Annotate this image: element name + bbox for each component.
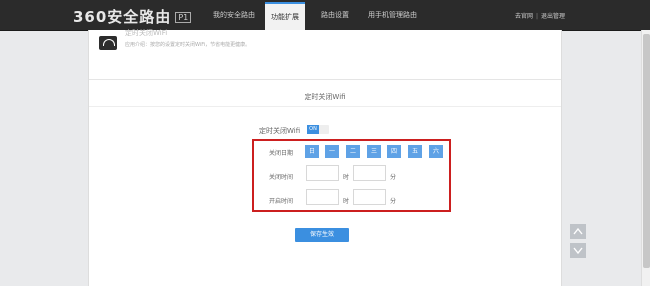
chevron-up-icon [573, 227, 583, 235]
nav-router-settings[interactable]: 路由设置 [321, 10, 349, 20]
close-minute-unit: 分 [390, 174, 397, 181]
nav-mobile-manage[interactable]: 用手机管理路由 [368, 10, 417, 20]
top-links: 去官网 | 退出管理 [515, 11, 565, 20]
nav-extensions[interactable]: 功能扩展 [265, 2, 305, 32]
app-title: 定时关闭WiFi [125, 29, 168, 37]
version-badge: P1 [175, 12, 192, 23]
open-hour-input[interactable] [306, 189, 339, 205]
scrollbar-thumb[interactable] [643, 34, 650, 268]
link-separator: | [535, 13, 538, 20]
section-divider [89, 106, 561, 107]
scroll-up-button[interactable] [570, 224, 586, 239]
day-thu[interactable]: 四 [387, 145, 401, 158]
official-site-link[interactable]: 去官网 [515, 13, 533, 20]
main-panel: 定时关闭WiFi 应用介绍：按您的设置定时关闭WiFi，节省电能更健康。 定时关… [88, 29, 562, 286]
top-bar: 360安全路由 P1 我的安全路由 功能扩展 路由设置 用手机管理路由 去官网 | 退… [0, 0, 650, 32]
logo[interactable]: 360安全路由 P1 [73, 6, 192, 27]
open-minute-unit: 分 [390, 198, 397, 205]
day-tue[interactable]: 二 [346, 145, 360, 158]
close-minute-input[interactable] [353, 165, 386, 181]
close-hour-input[interactable] [306, 165, 339, 181]
save-button[interactable]: 保存生效 [295, 228, 349, 242]
open-time-label: 开启时间 [269, 198, 294, 205]
day-wed[interactable]: 三 [367, 145, 381, 158]
day-sat[interactable]: 六 [429, 145, 443, 158]
open-hour-unit: 时 [343, 198, 350, 205]
wifi-icon [99, 36, 117, 50]
section-title: 定时关闭Wifi [304, 93, 346, 101]
day-fri[interactable]: 五 [408, 145, 422, 158]
day-sun[interactable]: 日 [305, 145, 319, 158]
logo-text: 360安全路由 [73, 8, 172, 26]
scroll-down-button[interactable] [570, 243, 586, 258]
nav-my-router[interactable]: 我的安全路由 [213, 10, 255, 20]
page-scrollbar[interactable] [641, 30, 650, 286]
close-time-label: 关闭时间 [269, 174, 294, 181]
toggle-knob: ON [307, 125, 319, 134]
app-description: 应用介绍：按您的设置定时关闭WiFi，节省电能更健康。 [125, 42, 251, 48]
close-hour-unit: 时 [343, 174, 350, 181]
open-minute-input[interactable] [353, 189, 386, 205]
timed-wifi-off-toggle[interactable]: ON [307, 125, 329, 134]
divider [89, 79, 561, 80]
toggle-label: 定时关闭Wifi [259, 127, 301, 135]
day-mon[interactable]: 一 [325, 145, 339, 158]
chevron-down-icon [573, 247, 583, 255]
close-days-label: 关闭日期 [269, 150, 294, 157]
logout-link[interactable]: 退出管理 [541, 13, 565, 20]
